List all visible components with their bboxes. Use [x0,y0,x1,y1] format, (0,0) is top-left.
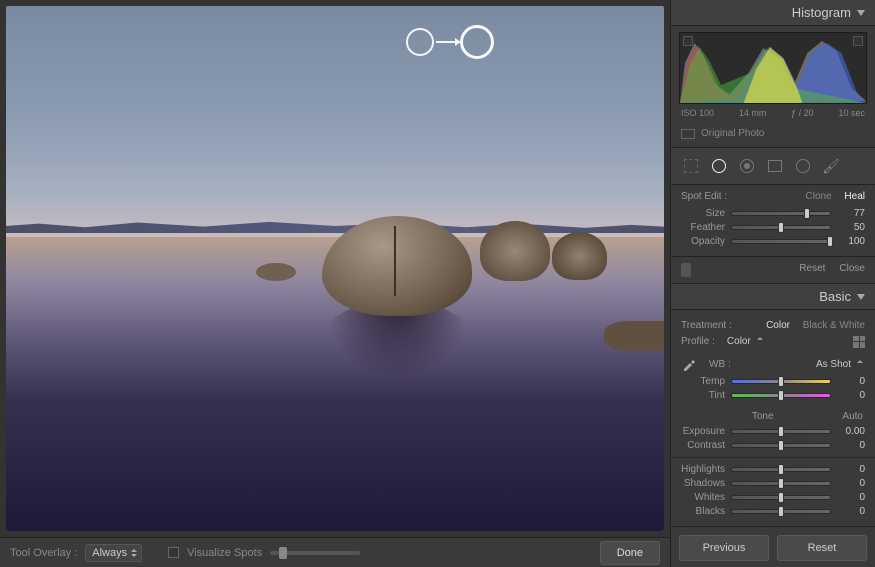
profile-label: Profile : [681,336,715,347]
tool-overlay-label: Tool Overlay : [10,547,77,559]
treatment-color[interactable]: Color [766,320,790,331]
size-slider[interactable] [731,211,831,216]
auto-tone-button[interactable]: Auto [842,411,863,422]
exif-focal: 14 mm [739,108,767,118]
shadow-clip-indicator[interactable] [683,36,693,46]
reset-button[interactable]: Reset [777,535,867,561]
shadows-slider[interactable] [731,481,831,486]
opacity-value[interactable]: 100 [837,236,865,247]
blacks-slider[interactable] [731,509,831,514]
exif-shutter: 10 sec [838,108,865,118]
crop-tool[interactable] [681,156,701,176]
exif-iso: ISO 100 [681,108,714,118]
close-spot-button[interactable]: Close [839,263,865,277]
clone-mode[interactable]: Clone [806,191,832,202]
shadows-value[interactable]: 0 [837,478,865,489]
histogram-title: Histogram [792,5,851,20]
exposure-label: Exposure [681,426,725,437]
blacks-value[interactable]: 0 [837,506,865,517]
histogram-header[interactable]: Histogram [671,0,875,26]
feather-slider-row: Feather 50 [681,222,865,233]
feather-slider[interactable] [731,225,831,230]
histogram-display[interactable] [679,32,867,104]
wb-dropdown[interactable]: As Shot [812,358,865,371]
whites-value[interactable]: 0 [837,492,865,503]
temp-slider[interactable] [731,379,831,384]
visualize-spots-label: Visualize Spots [187,547,262,559]
whites-label: Whites [681,492,725,503]
original-photo-row[interactable]: Original Photo [671,124,875,148]
opacity-slider-row: Opacity 100 [681,236,865,247]
redeye-tool[interactable] [737,156,757,176]
opacity-slider[interactable] [731,239,831,244]
contrast-value[interactable]: 0 [837,440,865,451]
radial-filter-tool[interactable] [793,156,813,176]
highlight-clip-indicator[interactable] [853,36,863,46]
profile-browser-icon[interactable] [853,336,865,348]
treatment-label: Treatment : [681,320,732,331]
original-photo-label: Original Photo [701,128,764,139]
treatment-bw[interactable]: Black & White [803,320,865,331]
collapse-icon [857,294,865,300]
blacks-label: Blacks [681,506,725,517]
visualize-threshold-slider[interactable] [270,551,360,555]
spot-edit-section: Spot Edit : Clone Heal Size 77 Feather 5… [671,185,875,257]
tool-strip: 🖌 [671,148,875,185]
heal-target-circle[interactable] [460,25,494,59]
temp-label: Temp [681,376,725,387]
contrast-label: Contrast [681,440,725,451]
original-photo-icon [681,129,695,139]
previous-button[interactable]: Previous [679,535,769,561]
opacity-label: Opacity [681,236,725,247]
graduated-filter-tool[interactable] [765,156,785,176]
basic-title: Basic [819,289,851,304]
tool-overlay-dropdown[interactable]: Always [85,544,142,562]
tone-label: Tone [752,411,774,422]
image-viewport[interactable] [6,6,664,531]
photo-rock [480,221,550,281]
size-label: Size [681,208,725,219]
temp-value[interactable]: 0 [837,376,865,387]
size-slider-row: Size 77 [681,208,865,219]
heal-arrow-icon [436,41,460,43]
done-button[interactable]: Done [600,541,660,565]
basic-header[interactable]: Basic [671,284,875,310]
heal-mode[interactable]: Heal [844,191,865,202]
highlights-value[interactable]: 0 [837,464,865,475]
photo-rock [604,321,664,351]
wb-label: WB : [709,359,731,370]
highlights-slider[interactable] [731,467,831,472]
photo-rock [552,232,607,280]
reset-spot-button[interactable]: Reset [799,263,825,277]
heal-source-circle[interactable] [406,28,434,56]
panel-toggle[interactable] [681,263,691,277]
spot-edit-label: Spot Edit : [681,191,727,202]
highlights-label: Highlights [681,464,725,475]
size-value[interactable]: 77 [837,208,865,219]
exposure-value[interactable]: 0.00 [837,426,865,437]
whites-slider[interactable] [731,495,831,500]
main-area: Tool Overlay : Always Visualize Spots Do… [0,0,670,567]
right-panel: Histogram ISO 100 14 mm ƒ / 20 10 sec Or… [670,0,875,567]
exif-aperture: ƒ / 20 [791,108,814,118]
tint-slider[interactable] [731,393,831,398]
collapse-icon [857,10,865,16]
spot-removal-tool[interactable] [709,156,729,176]
tint-label: Tint [681,390,725,401]
tool-options-bar: Tool Overlay : Always Visualize Spots Do… [0,537,670,567]
visualize-spots-checkbox[interactable] [168,547,179,558]
tint-value[interactable]: 0 [837,390,865,401]
feather-value[interactable]: 50 [837,222,865,233]
exif-info: ISO 100 14 mm ƒ / 20 10 sec [671,108,875,124]
spot-edit-actions: Reset Close [671,257,875,284]
panel-footer: Previous Reset [671,526,875,567]
profile-dropdown[interactable]: Color [723,335,765,348]
contrast-slider[interactable] [731,443,831,448]
adjustment-brush-tool[interactable]: 🖌 [821,156,841,176]
eyedropper-icon[interactable] [681,356,697,372]
feather-label: Feather [681,222,725,233]
exposure-slider[interactable] [731,429,831,434]
basic-section: Treatment : Color Black & White Profile … [671,310,875,526]
shadows-label: Shadows [681,478,725,489]
